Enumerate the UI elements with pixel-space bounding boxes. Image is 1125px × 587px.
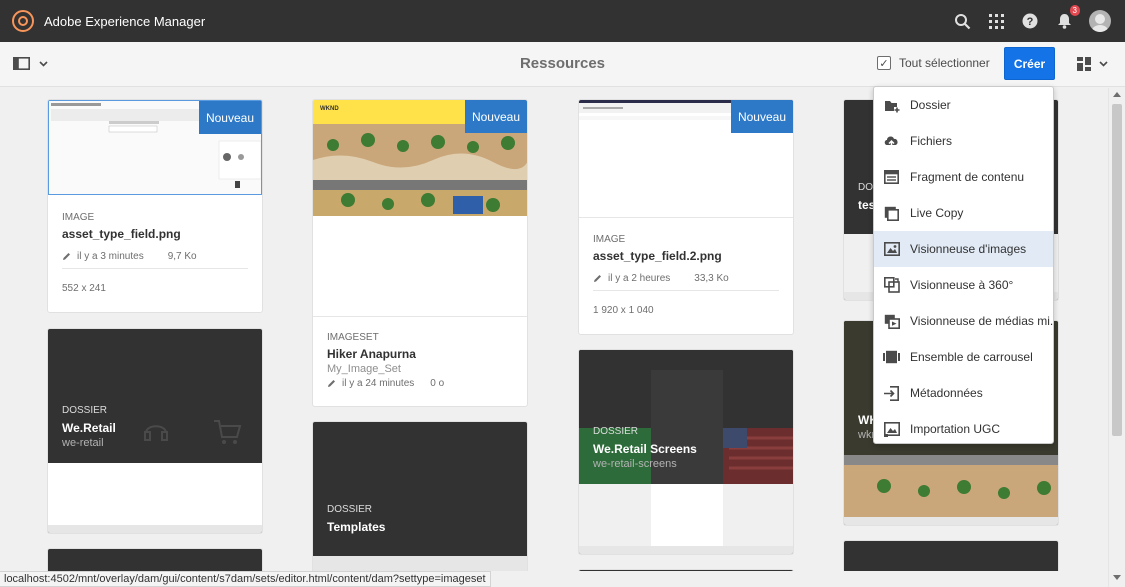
menu-item-360-viewer[interactable]: Visionneuse à 360° <box>874 267 1053 303</box>
folder-title: We.Retail <box>62 421 116 435</box>
menu-item-metadata[interactable]: Métadonnées <box>874 375 1053 411</box>
imageset-card[interactable]: WKND Nouveau IMAGESET Hiker Anapurna My_… <box>312 99 528 407</box>
menu-item-ugc-import[interactable]: Importation UGC <box>874 411 1053 447</box>
folder-card[interactable]: DOSSIER Templates <box>312 421 528 571</box>
file-size: 0 o <box>430 378 445 389</box>
asset-title: Hiker Anapurna <box>327 347 416 361</box>
new-badge: Nouveau <box>465 100 527 133</box>
chevron-down-icon <box>1099 61 1108 67</box>
folder-type-label: DOSSIER <box>327 504 373 515</box>
view-switcher[interactable] <box>1077 57 1108 71</box>
new-badge: Nouveau <box>731 100 793 133</box>
folder-card[interactable]: DOSSIER We.Retail we-retail <box>47 328 263 534</box>
thumb-brand-text: WKND <box>320 106 339 112</box>
folder-card[interactable] <box>843 540 1059 571</box>
link-status-url: localhost:4502/mnt/overlay/dam/gui/conte… <box>0 571 491 587</box>
folder-card[interactable] <box>47 548 263 571</box>
folder-type-label: DOSSIER <box>62 405 108 416</box>
scroll-down-arrow-icon[interactable] <box>1113 575 1121 580</box>
folder-subtitle: we-retail-screens <box>593 458 677 470</box>
scroll-thumb[interactable] <box>1112 104 1122 436</box>
asset-card[interactable]: Nouveau IMAGE asset_type_field.png il y … <box>47 99 263 313</box>
modified-time: il y a 3 minutes <box>77 251 144 262</box>
menu-item-live-copy[interactable]: Live Copy <box>874 195 1053 231</box>
asset-meta: il y a 2 heures 33,3 Ko <box>593 273 779 284</box>
notifications-bell-icon[interactable]: 3 <box>1055 5 1080 30</box>
user-avatar[interactable] <box>1089 10 1111 32</box>
card-view-icon <box>1077 57 1091 71</box>
spin-360-icon <box>883 277 900 294</box>
scroll-up-arrow-icon[interactable] <box>1113 92 1121 97</box>
asset-title: asset_type_field.2.png <box>593 249 722 263</box>
menu-item-content-fragment[interactable]: Fragment de contenu <box>874 159 1053 195</box>
new-badge: Nouveau <box>199 101 261 134</box>
global-header: Adobe Experience Manager ? 3 <box>0 0 1125 42</box>
folder-card[interactable]: DOSSIER We.Retail Screens we-retail-scre… <box>578 349 794 555</box>
menu-item-mixed-media-viewer[interactable]: Visionneuse de médias mi... <box>874 303 1053 339</box>
header-actions: ? 3 <box>953 0 1111 42</box>
asset-type-label: IMAGE <box>593 234 626 245</box>
select-all-button[interactable]: ✓ Tout sélectionner <box>877 56 990 70</box>
folder-card[interactable] <box>578 569 794 571</box>
select-all-label: Tout sélectionner <box>899 56 990 70</box>
aem-logo-icon[interactable] <box>12 10 34 32</box>
pencil-icon <box>328 380 335 387</box>
asset-thumbnail: Nouveau <box>579 100 793 217</box>
folder-subtitle: we-retail <box>62 437 104 449</box>
folder-add-icon <box>883 97 900 114</box>
modified-time: il y a 2 heures <box>608 273 671 284</box>
folder-title: We.Retail Screens <box>593 442 697 456</box>
content-fragment-icon <box>883 169 900 186</box>
metadata-import-icon <box>883 385 900 402</box>
pencil-icon <box>63 253 70 260</box>
headset-icon <box>144 425 168 441</box>
mixed-media-icon <box>883 313 900 330</box>
asset-title: asset_type_field.png <box>62 227 181 241</box>
app-title[interactable]: Adobe Experience Manager <box>44 14 205 29</box>
svg-text:?: ? <box>1027 16 1034 28</box>
modified-time: il y a 24 minutes <box>342 378 415 389</box>
shopping-cart-icon <box>214 420 242 444</box>
asset-meta: il y a 24 minutes 0 o <box>327 378 513 389</box>
help-icon[interactable]: ? <box>1021 12 1039 30</box>
pencil-icon <box>594 275 601 282</box>
vertical-scrollbar[interactable] <box>1108 88 1125 587</box>
ugc-import-icon <box>883 421 900 438</box>
folder-title: Templates <box>327 520 386 534</box>
asset-meta: il y a 3 minutes 9,7 Ko <box>62 251 248 262</box>
folder-type-label: DOSSIER <box>593 426 639 437</box>
notification-count-badge: 3 <box>1069 5 1080 16</box>
image-viewer-icon <box>883 241 900 258</box>
solutions-grid-icon[interactable] <box>987 12 1005 30</box>
live-copy-icon <box>883 205 900 222</box>
checkbox-icon: ✓ <box>877 56 891 70</box>
file-size: 33,3 Ko <box>694 273 729 284</box>
imageset-thumbnail: WKND Nouveau <box>313 100 527 216</box>
search-icon[interactable] <box>953 12 971 30</box>
action-bar: Ressources ✓ Tout sélectionner Créer <box>0 42 1125 87</box>
menu-item-carousel-set[interactable]: Ensemble de carrousel <box>874 339 1053 375</box>
asset-subtitle: My_Image_Set <box>327 363 401 375</box>
carousel-icon <box>883 349 900 366</box>
menu-item-folder[interactable]: Dossier <box>874 87 1053 123</box>
asset-thumbnail: Nouveau <box>48 100 262 195</box>
create-menu: Dossier Fichiers Fragment de contenu Liv… <box>873 86 1054 444</box>
menu-item-image-viewer[interactable]: Visionneuse d'images <box>874 231 1053 267</box>
asset-type-label: IMAGE <box>62 212 95 223</box>
asset-card[interactable]: Nouveau IMAGE asset_type_field.2.png il … <box>578 99 794 335</box>
asset-type-label: IMAGESET <box>327 332 379 343</box>
create-button[interactable]: Créer <box>1004 47 1055 80</box>
file-size: 9,7 Ko <box>167 251 197 262</box>
asset-dimensions: 552 x 241 <box>62 283 106 294</box>
asset-dimensions: 1 920 x 1 040 <box>593 305 654 316</box>
menu-item-files[interactable]: Fichiers <box>874 123 1053 159</box>
upload-cloud-icon <box>883 133 900 150</box>
